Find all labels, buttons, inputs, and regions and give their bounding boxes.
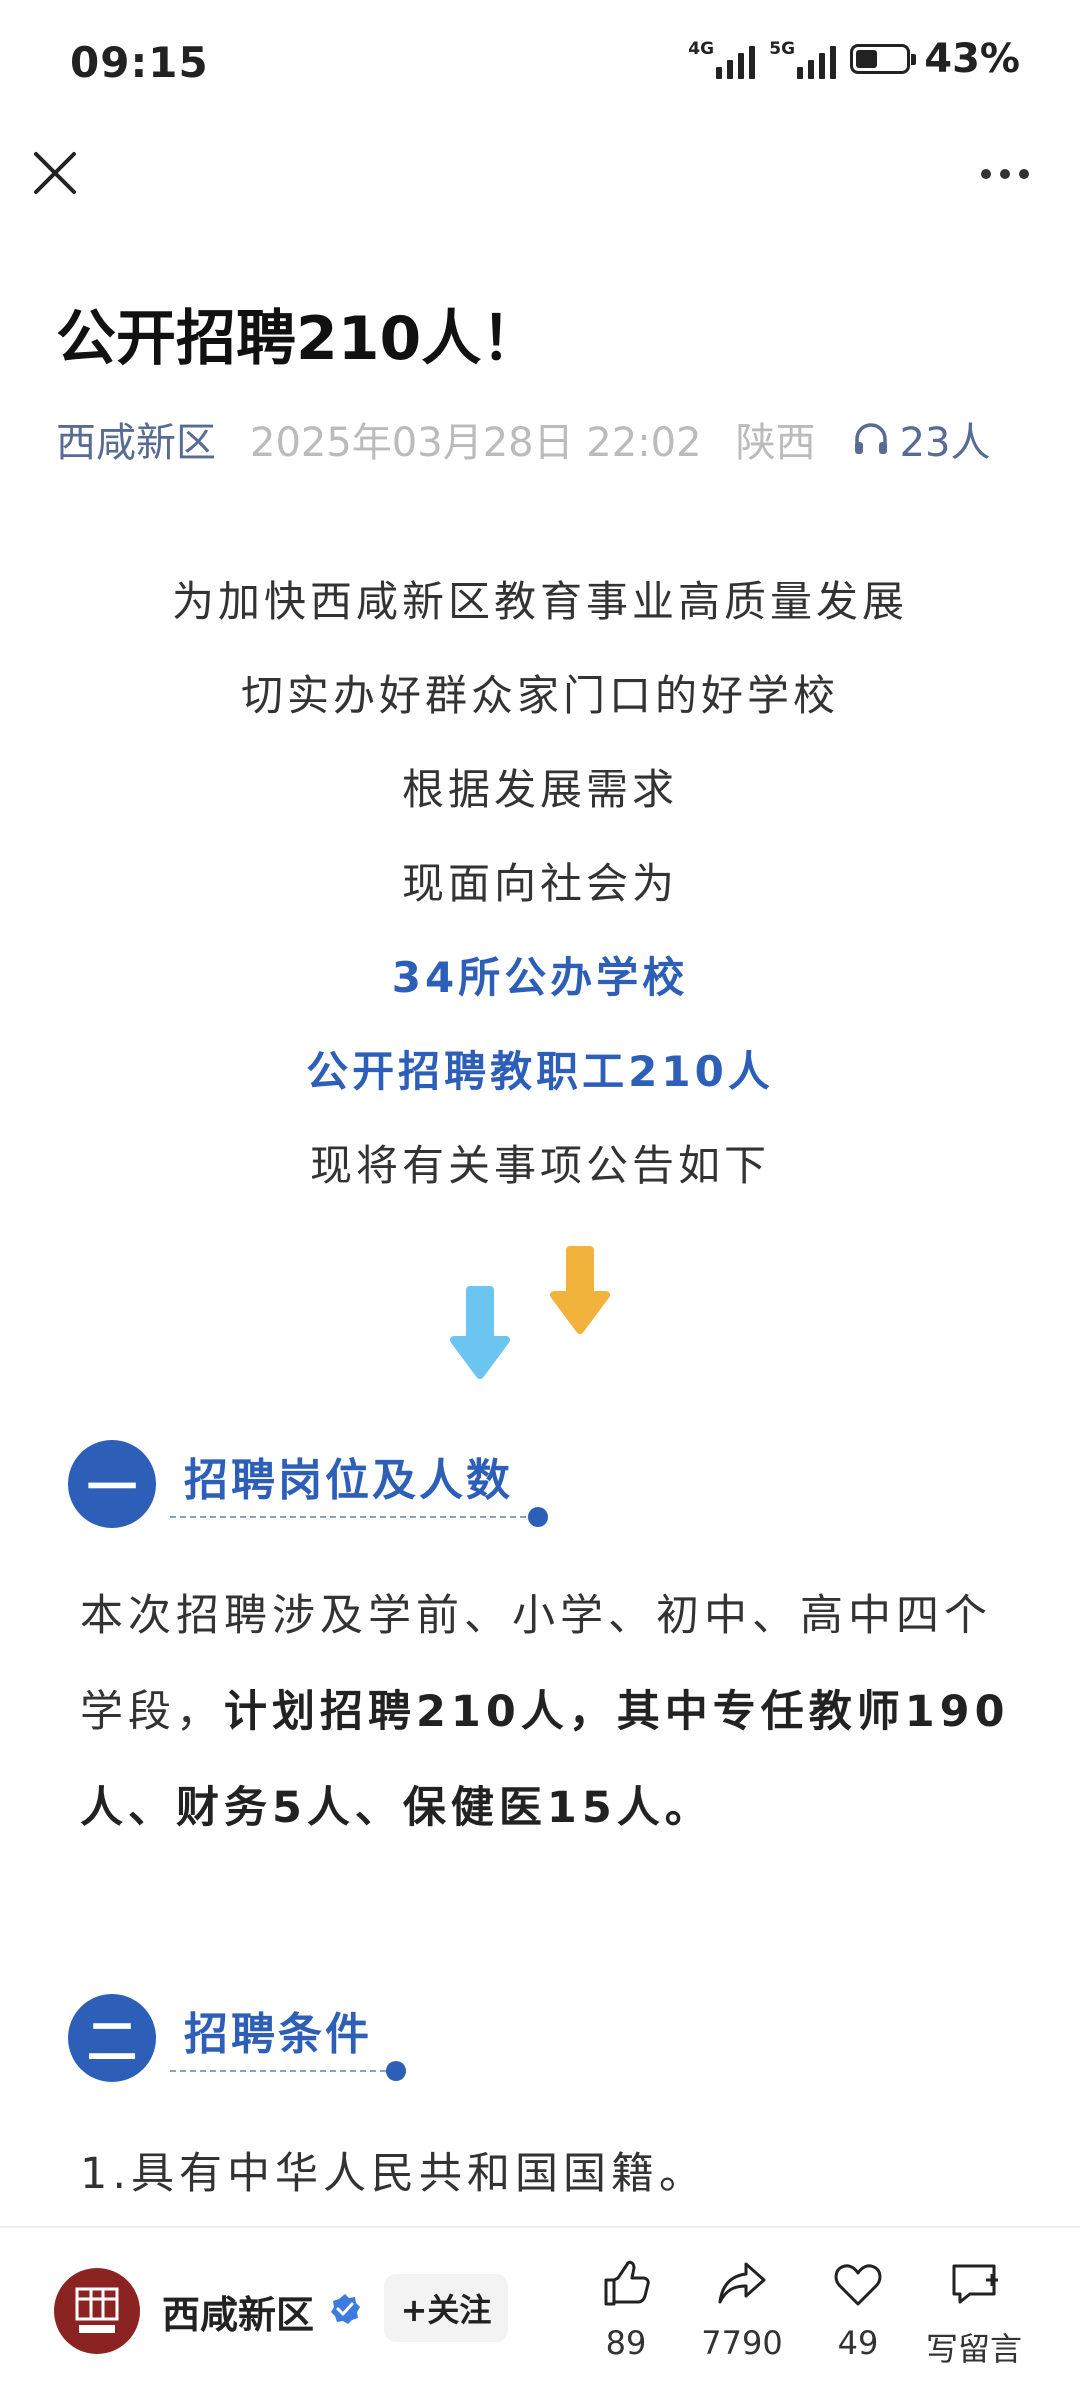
top-nav (0, 140, 1080, 240)
thumbs-up-icon (604, 2260, 650, 2306)
section-number-badge: 二 (68, 1994, 156, 2082)
section-heading: 一 招聘岗位及人数 (68, 1440, 548, 1540)
section-paragraph: 1.具有中华人民共和国国籍。 (80, 2149, 708, 2199)
favorite-count: 49 (837, 2324, 879, 2362)
status-bar: 09:15 4G 5G 43% (0, 0, 1080, 120)
favorite-button[interactable]: 49 (798, 2256, 918, 2362)
intro-line: 切实办好群众家门口的好学校 (240, 671, 839, 720)
intro-line: 根据发展需求 (401, 765, 678, 814)
like-button[interactable]: 89 (566, 2256, 686, 2362)
heart-icon (834, 2264, 882, 2306)
account-logo-icon (75, 2287, 119, 2333)
account-avatar[interactable] (54, 2268, 140, 2354)
intro-highlight-line: 34所公办学校 (391, 953, 689, 1002)
share-count: 7790 (701, 2324, 783, 2362)
section-number-badge: 一 (68, 1440, 156, 1528)
comment-button[interactable]: 写留言 (914, 2256, 1034, 2370)
publish-location: 陕西 (735, 420, 816, 466)
status-time: 09:15 (70, 38, 209, 87)
article-title: 公开招聘210人！ (56, 304, 542, 374)
follow-button[interactable]: +关注 (384, 2274, 508, 2342)
article-meta: 西咸新区 2025年03月28日 22:02 陕西 23人 (56, 410, 991, 468)
signal-5g-icon: 5G (769, 39, 837, 79)
section-title: 招聘岗位及人数 (184, 1455, 513, 1506)
section-title: 招聘条件 (184, 2009, 372, 2060)
publish-date: 2025年03月28日 22:02 (250, 420, 702, 466)
listen-button[interactable]: 23人 (852, 410, 991, 468)
down-arrows-icon (450, 1246, 610, 1379)
like-count: 89 (605, 2324, 647, 2362)
intro-highlight-line: 公开招聘教职工210人 (306, 1047, 774, 1096)
battery-icon (850, 44, 917, 74)
close-button[interactable] (28, 146, 82, 200)
author-link[interactable]: 西咸新区 (56, 410, 216, 468)
section-paragraph: 本次招聘涉及学前、小学、初中、高中四个学段，计划招聘210人，其中专任教师190… (80, 1591, 1010, 1833)
more-options-button[interactable] (970, 154, 1040, 194)
share-button[interactable]: 7790 (682, 2256, 802, 2362)
share-icon (718, 2262, 766, 2304)
section-heading: 二 招聘条件 (68, 1994, 428, 2094)
intro-line: 为加快西咸新区教育事业高质量发展 (171, 577, 908, 626)
headphones-icon (854, 423, 887, 454)
intro-line: 现将有关事项公告如下 (309, 1141, 770, 1190)
verified-badge-icon (331, 2294, 360, 2324)
comment-icon (952, 2264, 998, 2304)
close-icon (34, 152, 76, 194)
signal-4g-icon: 4G (688, 39, 756, 79)
intro-line: 现面向社会为 (401, 859, 678, 908)
status-icons: 4G 5G 43% (688, 36, 1020, 82)
bottom-action-bar: 西咸新区 +关注 89 7790 49 写留言 (0, 2226, 1080, 2384)
account-name[interactable]: 西咸新区 (162, 2284, 314, 2339)
comment-label: 写留言 (925, 2330, 1022, 2368)
battery-percent: 43% (924, 36, 1020, 82)
listener-count: 23人 (899, 420, 991, 466)
more-dots-icon (981, 169, 991, 179)
